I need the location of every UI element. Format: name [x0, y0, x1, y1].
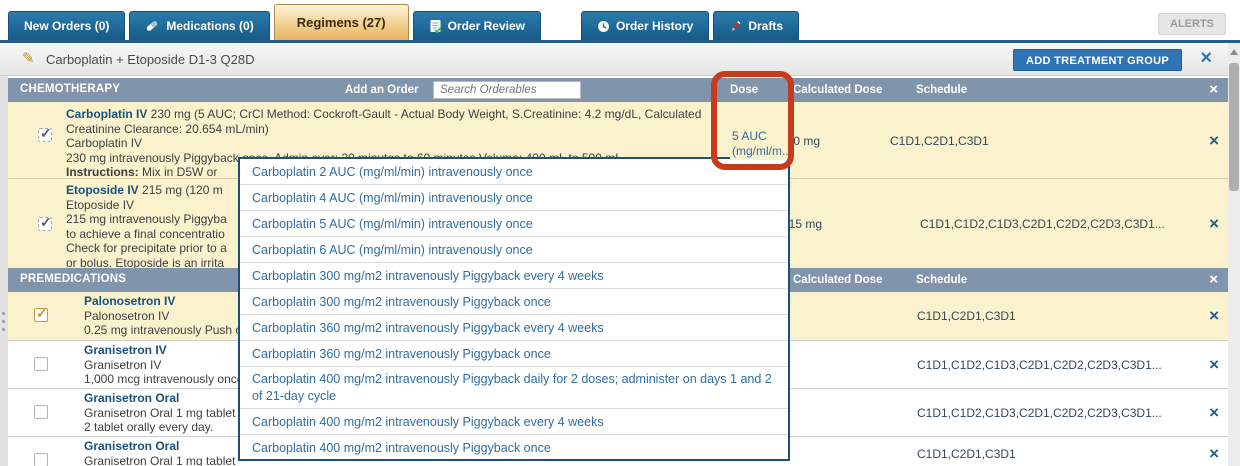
- tab-order-history[interactable]: Order History: [580, 11, 710, 40]
- drug-name: Palonosetron IV: [84, 294, 176, 308]
- edit-pencil-icon[interactable]: ✎: [22, 49, 35, 67]
- tab-label: Order History: [615, 19, 694, 33]
- column-header-calculated-dose: Calculated Dose: [793, 84, 883, 96]
- scrollbar-up-arrow-icon[interactable]: [1230, 49, 1238, 55]
- dropdown-option[interactable]: Carboplatin 2 AUC (mg/ml/min) intravenou…: [240, 159, 788, 185]
- remove-order-icon[interactable]: ×: [1209, 215, 1219, 232]
- clock-icon: [597, 20, 610, 33]
- drug-name: Carboplatin IV: [66, 107, 148, 121]
- tab-order-review[interactable]: Order Review: [412, 11, 541, 40]
- drug-name: Etoposide IV: [66, 183, 139, 197]
- schedule-value: C1D1,C1D2,C1D3,C2D1,C2D2,C2D3,C3D1...: [917, 406, 1162, 420]
- column-header-dose: Dose: [730, 84, 759, 96]
- drug-name: Granisetron IV: [84, 343, 167, 357]
- dropdown-option[interactable]: Carboplatin 360 mg/m2 intravenously Pigg…: [240, 341, 788, 367]
- drug-name: Granisetron Oral: [84, 391, 180, 405]
- tab-label: New Orders (0): [24, 19, 110, 33]
- add-an-order-label: Add an Order: [345, 84, 419, 96]
- instructions-text: Mix in D5W or: [138, 165, 218, 179]
- pill-icon: [145, 19, 160, 33]
- orders-app: New Orders (0) Medications (0) Regimens …: [0, 0, 1240, 466]
- tab-label: Regimens (27): [296, 15, 386, 30]
- add-treatment-group-button[interactable]: ADD TREATMENT GROUP: [1013, 49, 1182, 71]
- tab-drafts[interactable]: Drafts: [713, 11, 800, 40]
- schedule-value: C1D1,C1D2,C1D3,C2D1,C2D2,C2D3,C3D1...: [920, 217, 1165, 231]
- granisetron-oral-2-checkbox[interactable]: [34, 453, 48, 466]
- drug-summary: 215 mg (120 m: [138, 183, 223, 197]
- schedule-value: C1D1,C1D2,C1D3,C2D1,C2D2,C2D3,C3D1...: [917, 358, 1162, 372]
- search-orderables-input[interactable]: [433, 81, 581, 99]
- remove-order-icon[interactable]: ×: [1209, 132, 1219, 149]
- drag-handle-icon[interactable]: [2, 312, 6, 336]
- dropdown-option[interactable]: Carboplatin 4 AUC (mg/ml/min) intravenou…: [240, 185, 788, 211]
- instructions-label: Instructions:: [66, 165, 139, 179]
- tab-medications[interactable]: Medications (0): [129, 11, 270, 40]
- dropdown-option[interactable]: Carboplatin 400 mg/m2 intravenously Pigg…: [240, 435, 788, 461]
- schedule-value: C1D1,C2D1,C3D1: [917, 309, 1016, 323]
- remove-order-icon[interactable]: ×: [1209, 445, 1219, 462]
- dose-options-dropdown: Carboplatin 2 AUC (mg/ml/min) intravenou…: [238, 157, 790, 461]
- drug-name: Granisetron Oral: [84, 439, 180, 453]
- close-regimen-icon[interactable]: ×: [1200, 47, 1212, 70]
- alerts-button[interactable]: ALERTS: [1158, 13, 1226, 35]
- regimen-title-bar: ✎ Carboplatin + Etoposide D1-3 Q28D ADD …: [0, 43, 1228, 76]
- granisetron-iv-checkbox[interactable]: [34, 357, 48, 371]
- tab-label: Drafts: [748, 19, 784, 33]
- drug-summary: 230 mg (5 AUC; CrCl Method: Cockroft-Gau…: [147, 107, 702, 121]
- tab-new-orders[interactable]: New Orders (0): [8, 11, 126, 40]
- schedule-value: C1D1,C2D1,C3D1: [917, 447, 1016, 461]
- dropdown-option[interactable]: Carboplatin 360 mg/m2 intravenously Pigg…: [240, 315, 788, 341]
- section-close-icon[interactable]: ×: [1209, 81, 1218, 98]
- dropdown-option[interactable]: Carboplatin 6 AUC (mg/ml/min) intravenou…: [240, 237, 788, 263]
- dose-select[interactable]: 5 AUC (mg/ml/m..: [730, 128, 791, 160]
- column-header-schedule: Schedule: [916, 84, 968, 96]
- left-gutter: [0, 76, 8, 466]
- page-title: Carboplatin + Etoposide D1-3 Q28D: [46, 52, 255, 67]
- palonosetron-checkbox[interactable]: ✓: [34, 305, 48, 322]
- section-title: CHEMOTHERAPY: [20, 83, 121, 95]
- dropdown-option[interactable]: Carboplatin 400 mg/m2 intravenously Pigg…: [240, 367, 788, 409]
- remove-order-icon[interactable]: ×: [1209, 404, 1219, 421]
- pencil-icon: [729, 20, 742, 33]
- chemotherapy-section-header: CHEMOTHERAPY Add an Order Dose Calculate…: [8, 78, 1228, 102]
- section-close-icon[interactable]: ×: [1209, 271, 1218, 288]
- dropdown-option[interactable]: Carboplatin 300 mg/m2 intravenously Pigg…: [240, 289, 788, 315]
- tab-label: Order Review: [447, 19, 525, 33]
- document-check-icon: [429, 19, 442, 34]
- dropdown-option[interactable]: Carboplatin 300 mg/m2 intravenously Pigg…: [240, 263, 788, 289]
- dropdown-option[interactable]: Carboplatin 400 mg/m2 intravenously Pigg…: [240, 409, 788, 435]
- dropdown-option[interactable]: Carboplatin 5 AUC (mg/ml/min) intravenou…: [240, 211, 788, 237]
- etoposide-checkbox[interactable]: ✓: [38, 214, 52, 231]
- remove-order-icon[interactable]: ×: [1209, 356, 1219, 373]
- tab-label: Medications (0): [166, 19, 254, 33]
- tab-bar: New Orders (0) Medications (0) Regimens …: [0, 0, 1240, 43]
- vertical-scrollbar[interactable]: [1228, 43, 1240, 466]
- scrollbar-thumb[interactable]: [1229, 63, 1239, 191]
- section-title: PREMEDICATIONS: [20, 273, 127, 285]
- tab-regimens[interactable]: Regimens (27): [273, 4, 409, 40]
- remove-order-icon[interactable]: ×: [1209, 307, 1219, 324]
- schedule-value: C1D1,C2D1,C3D1: [890, 134, 989, 148]
- granisetron-oral-1-checkbox[interactable]: [34, 405, 48, 419]
- carboplatin-checkbox[interactable]: ✓: [38, 125, 52, 142]
- column-header-calculated-dose: Calculated Dose: [793, 274, 883, 286]
- column-header-schedule: Schedule: [916, 274, 968, 286]
